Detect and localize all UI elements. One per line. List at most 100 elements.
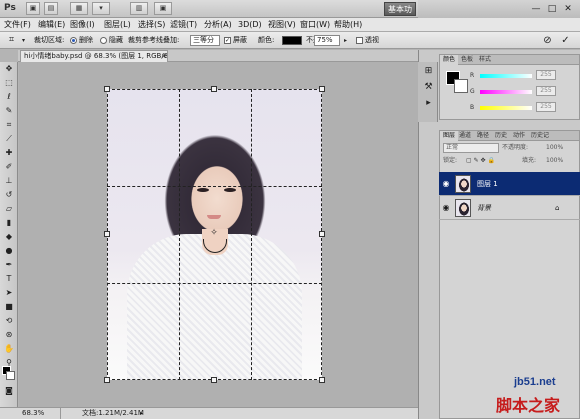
layer-opacity-value[interactable]: 100% (546, 142, 563, 154)
dodge-tool-icon[interactable]: ● (3, 246, 15, 256)
marquee-tool-icon[interactable]: ⬚ (3, 78, 15, 88)
eyedropper-tool-icon[interactable]: ⟋ (3, 134, 15, 144)
menu-file[interactable]: 文件(F) (4, 18, 31, 32)
gradient-tool-icon[interactable]: ▮ (3, 218, 15, 228)
channel-b-slider[interactable] (480, 106, 532, 110)
view-extras-icon[interactable]: ▦ (70, 2, 88, 15)
menu-select[interactable]: 选择(S) (138, 18, 165, 32)
clone-stamp-tool-icon[interactable]: ⊥ (3, 176, 15, 186)
menu-view[interactable]: 视图(V) (268, 18, 296, 32)
channel-g-value[interactable]: 255 (536, 86, 556, 96)
preset-dropdown-icon[interactable]: ▾ (18, 35, 29, 46)
background-color-swatch[interactable] (6, 371, 15, 380)
bridge-icon[interactable]: ▣ (26, 2, 40, 15)
channel-b-value[interactable]: 255 (536, 102, 556, 112)
screen-mode-icon[interactable]: ▣ (154, 2, 172, 15)
type-tool-icon[interactable]: T (3, 274, 15, 284)
healing-brush-tool-icon[interactable]: ✚ (3, 148, 15, 158)
tab-history-log[interactable]: 历史记 (528, 131, 552, 141)
layer-name[interactable]: 背景 (477, 196, 491, 220)
tool-presets-icon[interactable]: ⚒ (423, 82, 434, 93)
zoom-level-icon[interactable]: ▾ (92, 2, 110, 15)
tab-color[interactable]: 颜色 (440, 55, 459, 65)
fill-value[interactable]: 100% (546, 155, 563, 167)
menu-image[interactable]: 图像(I) (70, 18, 95, 32)
close-button[interactable]: ✕ (560, 3, 576, 15)
crop-handle-bottom[interactable] (211, 377, 217, 383)
crop-handle-bottom-right[interactable] (319, 377, 325, 383)
minimize-button[interactable]: — (528, 3, 544, 15)
crop-handle-top-right[interactable] (319, 86, 325, 92)
actions-panel-icon[interactable]: ▸ (423, 98, 434, 109)
tab-history[interactable]: 历史 (492, 131, 510, 141)
crop-handle-top[interactable] (211, 86, 217, 92)
layer-row-layer1[interactable]: ◉ 图层 1 (439, 172, 580, 196)
layer-name[interactable]: 图层 1 (477, 172, 498, 196)
crop-handle-top-left[interactable] (104, 86, 110, 92)
crop-handle-right[interactable] (319, 231, 325, 237)
shape-tool-icon[interactable]: ■ (3, 302, 15, 312)
tab-swatches[interactable]: 色板 (458, 55, 476, 65)
perspective-checkbox[interactable]: 透视 (356, 32, 379, 49)
3d-rotate-tool-icon[interactable]: ⟲ (3, 316, 15, 326)
quick-mask-icon[interactable]: ◙ (3, 386, 15, 396)
zoom-level[interactable]: 68.3% (22, 408, 44, 419)
opacity-field[interactable]: 75% (314, 35, 340, 46)
menu-filter[interactable]: 滤镜(T) (170, 18, 197, 32)
tab-actions[interactable]: 动作 (510, 131, 528, 141)
minibridge-icon[interactable]: ▤ (44, 2, 58, 15)
channel-g-slider[interactable] (480, 90, 532, 94)
layer-row-background[interactable]: ◉ 背景 ⌂ (439, 196, 580, 220)
hand-tool-icon[interactable]: ✋ (3, 344, 15, 354)
move-tool-icon[interactable]: ✥ (3, 64, 15, 74)
menu-window[interactable]: 窗口(W) (300, 18, 330, 32)
color-panel-background-swatch[interactable] (454, 79, 468, 93)
hide-radio[interactable]: 隐藏 (100, 32, 123, 49)
blur-tool-icon[interactable]: ◆ (3, 232, 15, 242)
shield-checkbox[interactable]: ✓ 屏蔽 (224, 32, 247, 49)
site-watermark: jb51.net 脚本之家 (480, 374, 580, 419)
shield-color-swatch[interactable] (282, 36, 302, 45)
lock-icons[interactable]: ▢ ✎ ✥ 🔒 (466, 155, 495, 167)
quick-select-tool-icon[interactable]: ✎ (3, 106, 15, 116)
menu-analysis[interactable]: 分析(A) (204, 18, 232, 32)
menu-help[interactable]: 帮助(H) (334, 18, 362, 32)
commit-icon[interactable]: ✓ (560, 35, 571, 46)
cancel-icon[interactable]: ⊘ (542, 35, 553, 46)
delete-radio[interactable]: 删除 (70, 32, 93, 49)
channel-r-slider[interactable] (480, 74, 532, 78)
menu-edit[interactable]: 编辑(E) (38, 18, 65, 32)
crop-tool-preset-icon[interactable]: ⌗ (6, 35, 17, 46)
history-brush-tool-icon[interactable]: ↺ (3, 190, 15, 200)
crop-handle-left[interactable] (104, 231, 110, 237)
arrange-documents-icon[interactable]: ▥ (130, 2, 148, 15)
opacity-slider-icon[interactable]: ▸ (340, 35, 351, 46)
document-tab[interactable]: hi小情绪baby.psd @ 68.3% (图层 1, RGB/8) (20, 50, 168, 62)
visibility-eye-icon[interactable]: ◉ (441, 179, 451, 189)
lasso-tool-icon[interactable]: ℓ (3, 92, 15, 102)
pen-tool-icon[interactable]: ✒ (3, 260, 15, 270)
eraser-tool-icon[interactable]: ▱ (3, 204, 15, 214)
tab-styles[interactable]: 样式 (476, 55, 494, 65)
maximize-button[interactable]: □ (544, 3, 560, 15)
3d-orbit-tool-icon[interactable]: ⊛ (3, 330, 15, 340)
tab-paths[interactable]: 路径 (474, 131, 492, 141)
lock-label: 锁定: (443, 157, 458, 164)
crop-handle-bottom-left[interactable] (104, 377, 110, 383)
watermark-site: jb51.net (514, 376, 556, 388)
document-tab-close-icon[interactable]: × (160, 50, 168, 62)
crop-center-point-icon[interactable]: ✧ (209, 228, 219, 238)
visibility-eye-icon[interactable]: ◉ (441, 203, 451, 213)
tab-channels[interactable]: 通道 (456, 131, 474, 141)
crop-tool-icon[interactable]: ⌗ (3, 120, 15, 130)
overlay-select[interactable]: 三等分 (190, 35, 220, 46)
blend-mode-select[interactable]: 正常 (443, 143, 499, 153)
workspace-button[interactable]: 基本功 (384, 2, 416, 16)
brush-tool-icon[interactable]: ✐ (3, 162, 15, 172)
status-menu-arrow-icon[interactable]: ▸ (140, 408, 143, 419)
menu-3d[interactable]: 3D(D) (238, 18, 262, 32)
path-selection-tool-icon[interactable]: ➤ (3, 288, 15, 298)
history-panel-icon[interactable]: ⊞ (423, 66, 434, 77)
channel-r-value[interactable]: 255 (536, 70, 556, 80)
menu-layer[interactable]: 图层(L) (104, 18, 131, 32)
